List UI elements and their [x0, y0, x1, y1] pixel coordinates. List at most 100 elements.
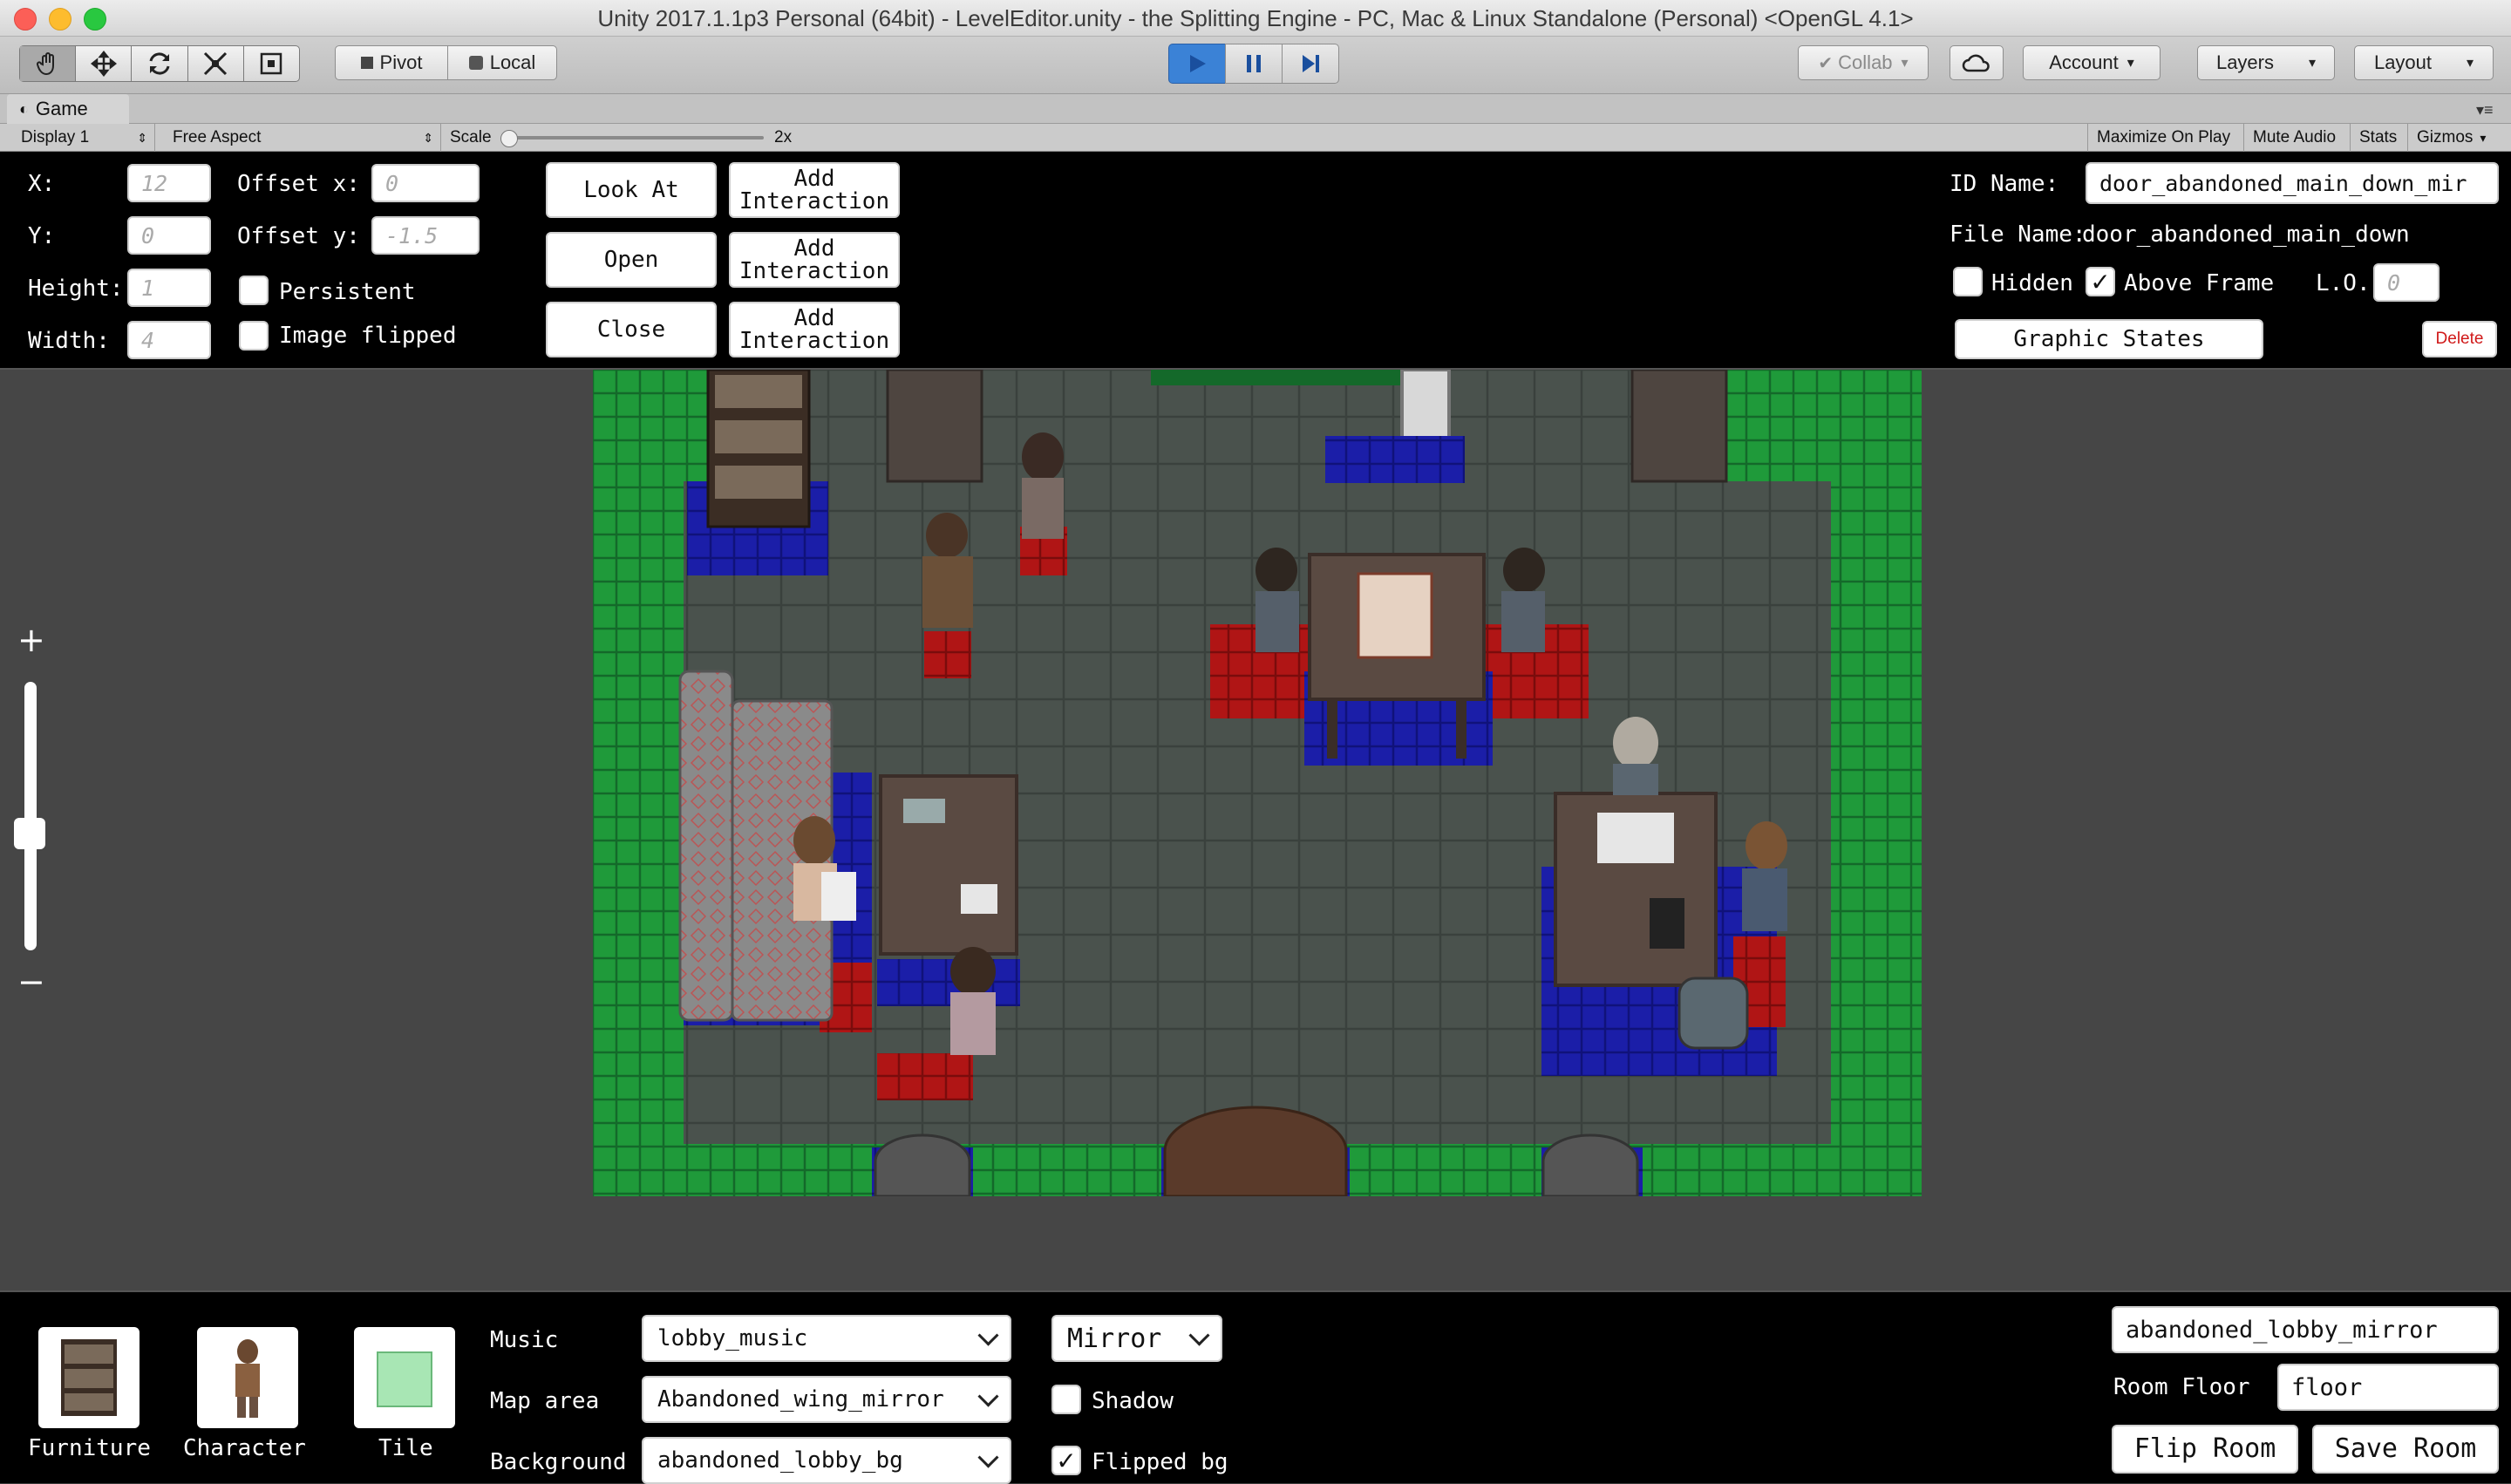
width-label: Width:	[28, 328, 110, 354]
tile-swatch-icon	[377, 1351, 432, 1407]
bookshelf-icon	[61, 1339, 117, 1416]
offset-x-field[interactable]: 0	[371, 164, 480, 202]
mirror-dropdown[interactable]: Mirror	[1051, 1315, 1222, 1362]
id-name-field[interactable]: door_abandoned_main_down_mir	[2086, 162, 2499, 204]
furniture-palette-button[interactable]	[38, 1327, 140, 1428]
zoom-slider-thumb[interactable]	[14, 818, 45, 849]
offset-y-field[interactable]: -1.5	[371, 216, 480, 255]
room-name-field[interactable]: abandoned_lobby_mirror	[2112, 1306, 2499, 1353]
hand-tool-icon[interactable]	[20, 46, 77, 81]
layout-dropdown[interactable]: Layout ▾	[2354, 45, 2494, 80]
character-palette-button[interactable]	[197, 1327, 298, 1428]
height-label: Height:	[28, 276, 124, 302]
map-area-value: Abandoned_wing_mirror	[657, 1386, 944, 1413]
display-dropdown[interactable]: Display 1 ⇕	[12, 124, 155, 152]
gizmos-dropdown[interactable]: Gizmos ▾	[2408, 124, 2511, 152]
tile-palette-button[interactable]	[354, 1327, 455, 1428]
character[interactable]	[1613, 717, 1658, 769]
open-button[interactable]: Open	[546, 232, 717, 288]
door[interactable]	[886, 370, 983, 483]
aspect-dropdown[interactable]: Free Aspect ⇕	[164, 124, 441, 152]
delete-button[interactable]: Delete	[2422, 321, 2497, 357]
account-label: Account	[2049, 51, 2119, 73]
y-field[interactable]: 0	[127, 216, 211, 255]
step-button[interactable]	[1282, 44, 1339, 84]
move-tool-icon[interactable]	[76, 46, 133, 81]
room-map[interactable]	[593, 370, 1922, 1196]
pause-button[interactable]	[1225, 44, 1283, 84]
cloud-button[interactable]	[1950, 45, 2004, 80]
persistent-checkbox[interactable]	[239, 276, 269, 305]
character[interactable]	[1022, 432, 1064, 481]
look-at-button[interactable]: Look At	[546, 162, 717, 218]
scale-slider[interactable]	[502, 136, 764, 140]
sofa[interactable]	[678, 670, 734, 1022]
room-floor-field[interactable]: floor	[2277, 1364, 2499, 1411]
chevron-down-icon	[1188, 1324, 1210, 1346]
background-value: abandoned_lobby_bg	[657, 1447, 903, 1474]
tab-menu-icon[interactable]: ▾≡	[2476, 101, 2494, 119]
zoom-slider[interactable]	[24, 682, 37, 950]
character[interactable]	[926, 513, 968, 558]
layers-dropdown[interactable]: Layers ▾	[2197, 45, 2335, 80]
flip-room-button[interactable]: Flip Room	[2112, 1425, 2298, 1474]
scale-tool-icon[interactable]	[188, 46, 244, 81]
height-field[interactable]: 1	[127, 269, 211, 307]
table[interactable]	[879, 774, 1018, 956]
shadow-checkbox[interactable]	[1051, 1385, 1081, 1414]
music-dropdown[interactable]: lobby_music	[642, 1315, 1011, 1362]
maximize-label: Maximize On Play	[2097, 128, 2231, 146]
character[interactable]	[1256, 548, 1297, 593]
caret-down-icon: ▾	[1901, 56, 1909, 71]
collab-dropdown[interactable]: ✔ Collab ▾	[1798, 45, 1929, 80]
backgammon-board[interactable]	[1357, 572, 1433, 659]
zoom-out-icon[interactable]: −	[17, 963, 45, 1001]
character[interactable]	[1503, 548, 1545, 593]
account-dropdown[interactable]: Account ▾	[2023, 45, 2161, 80]
pivot-label: Pivot	[379, 51, 423, 73]
x-field[interactable]: 12	[127, 164, 211, 202]
pivot-toggle[interactable]: Pivot	[335, 45, 448, 80]
map-area-dropdown[interactable]: Abandoned_wing_mirror	[642, 1376, 1011, 1423]
music-value: lobby_music	[657, 1325, 808, 1351]
rect-tool-icon[interactable]	[244, 46, 299, 81]
mute-audio-toggle[interactable]: Mute Audio	[2244, 124, 2351, 152]
character[interactable]	[793, 816, 835, 865]
add-interaction-button[interactable]: Add Interaction	[729, 302, 900, 357]
checkmark-icon: ✓	[1056, 1447, 1077, 1474]
display-label: Display 1	[21, 128, 90, 146]
above-frame-checkbox[interactable]: ✓	[2086, 267, 2115, 296]
newspaper	[821, 872, 856, 921]
close-button[interactable]: Close	[546, 302, 717, 357]
door[interactable]	[874, 1133, 971, 1196]
lo-field[interactable]: 0	[2373, 263, 2440, 302]
bag[interactable]	[1677, 977, 1749, 1050]
character[interactable]	[950, 947, 996, 996]
image-flipped-checkbox[interactable]	[239, 321, 269, 351]
books	[715, 375, 802, 408]
background-dropdown[interactable]: abandoned_lobby_bg	[642, 1437, 1011, 1484]
image-flipped-label: Image flipped	[279, 323, 457, 349]
zoom-in-icon[interactable]: +	[17, 621, 45, 659]
tab-game[interactable]: ◐ Game	[7, 94, 129, 124]
file-name-value: door_abandoned_main_down	[2082, 221, 2410, 248]
play-button[interactable]	[1168, 44, 1226, 84]
door[interactable]	[1630, 370, 1728, 483]
add-interaction-button[interactable]: Add Interaction	[729, 232, 900, 288]
stats-toggle[interactable]: Stats	[2351, 124, 2408, 152]
width-field[interactable]: 4	[127, 321, 211, 359]
rotate-tool-icon[interactable]	[132, 46, 188, 81]
character[interactable]	[1745, 821, 1787, 870]
local-toggle[interactable]: Local	[447, 45, 557, 80]
scale-slider-thumb[interactable]	[500, 130, 518, 147]
save-room-button[interactable]: Save Room	[2312, 1425, 2499, 1474]
add-interaction-button[interactable]: Add Interaction	[729, 162, 900, 218]
graphic-states-button[interactable]: Graphic States	[1955, 319, 2263, 359]
door[interactable]	[1541, 1133, 1639, 1196]
main-door[interactable]	[1163, 1106, 1348, 1196]
hidden-checkbox[interactable]	[1953, 267, 1983, 296]
flipped-bg-label: Flipped bg	[1092, 1449, 1228, 1475]
game-controller-icon: ◐	[19, 99, 29, 118]
maximize-on-play-toggle[interactable]: Maximize On Play	[2087, 124, 2244, 152]
flipped-bg-checkbox[interactable]: ✓	[1051, 1446, 1081, 1475]
